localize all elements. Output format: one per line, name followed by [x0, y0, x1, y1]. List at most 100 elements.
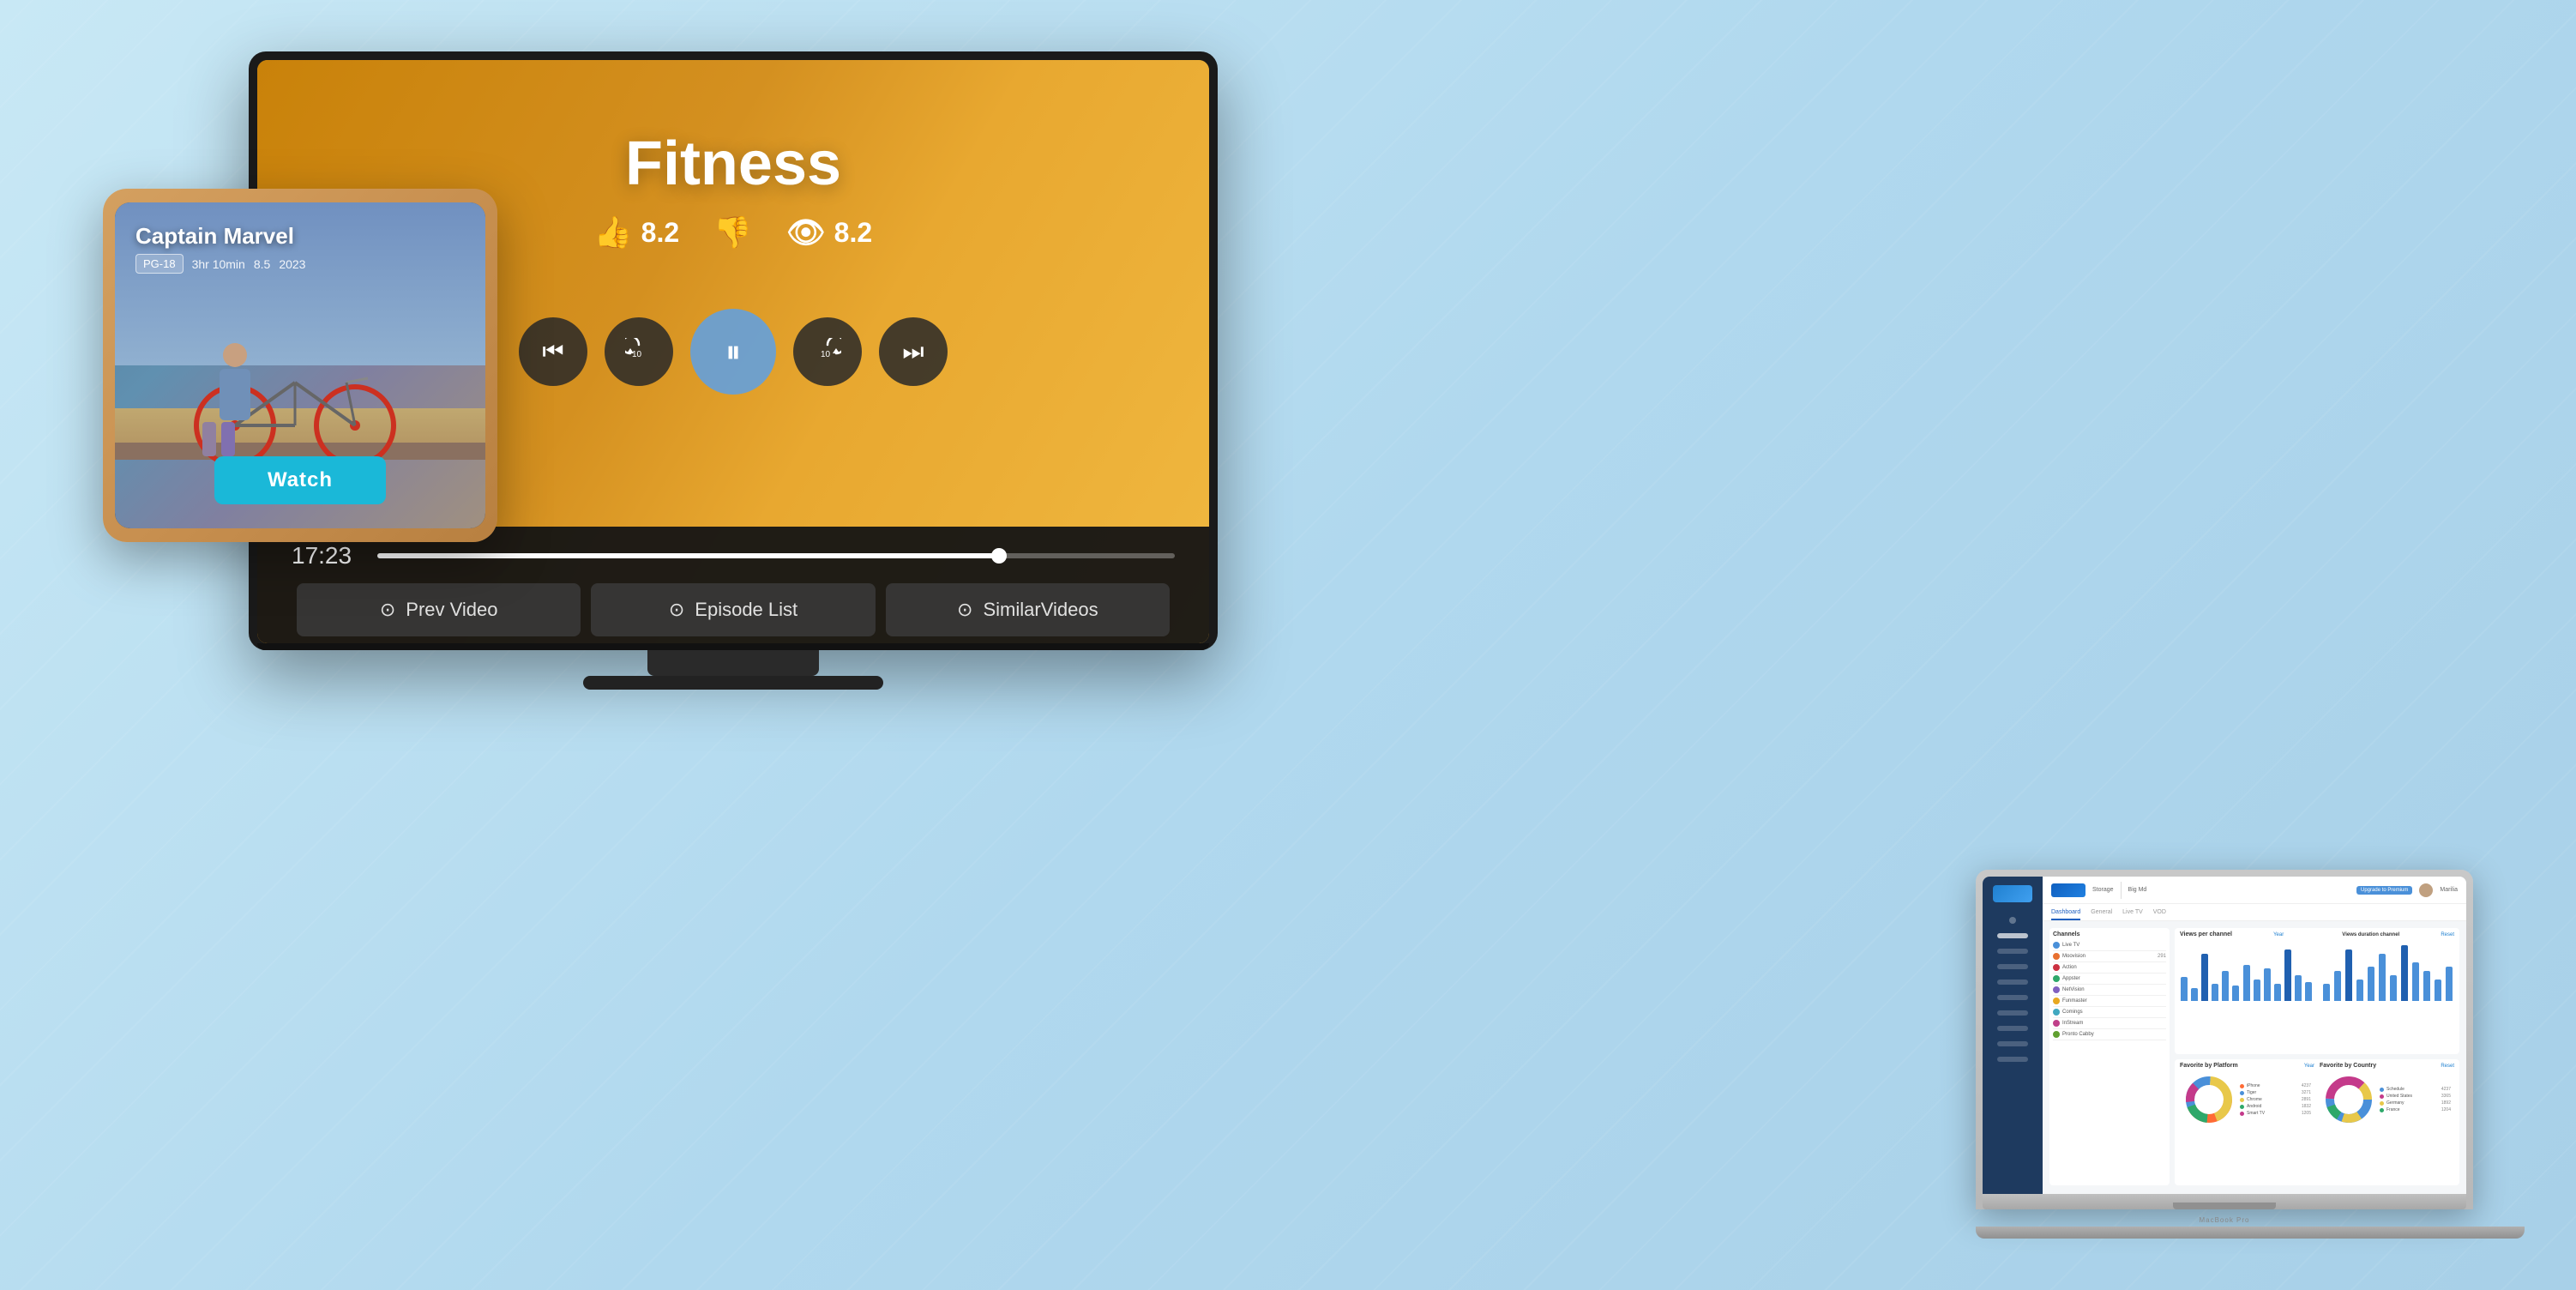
channel-icon-8 — [2053, 1020, 2060, 1027]
bar-fill-8 — [2254, 980, 2260, 1001]
channel-action[interactable]: Action — [2053, 962, 2166, 974]
tv-base — [583, 676, 883, 690]
views-duration-title-inline: Views duration channel — [2342, 932, 2399, 937]
tablet-person-silhouette — [201, 343, 269, 455]
legend-num-country-3: 1892 — [2441, 1100, 2451, 1106]
laptop-screen-frame: Storage Big Md Upgrade to Premium Marili… — [1976, 870, 2473, 1209]
legend-country-4: France 1204 — [2380, 1107, 2451, 1112]
prev-chapter-button[interactable]: ⏮ — [519, 317, 587, 386]
similar-videos-button[interactable]: ⊙ SimilarVideos — [886, 583, 1170, 636]
tablet-frame: Captain Marvel PG-18 3hr 10min 8.5 2023 … — [103, 189, 497, 542]
bar-fill-3 — [2201, 954, 2208, 1001]
bar-3 — [2200, 954, 2209, 1001]
channel-pronto[interactable]: Pronto Cabby — [2053, 1029, 2166, 1040]
bar-fill-2 — [2191, 988, 2198, 1001]
bar-11 — [2284, 949, 2292, 1001]
sidebar-nav-item-1[interactable] — [2009, 917, 2016, 924]
dur-fill-8 — [2401, 945, 2408, 1001]
sidebar-nav-item-4[interactable] — [1997, 964, 2028, 969]
dur-fill-6 — [2379, 954, 2386, 1001]
sidebar-nav-item-3[interactable] — [1997, 949, 2028, 954]
legend-smarttv: Smart TV 1205 — [2240, 1111, 2311, 1116]
legend-label-us: United States — [2386, 1094, 2439, 1099]
tv-like-score: 8.2 — [641, 217, 679, 249]
pause-button[interactable]: ⏸ — [690, 309, 776, 395]
views-duration-link[interactable]: Reset — [2441, 932, 2454, 937]
tablet-rating-badge: PG-18 — [135, 254, 184, 274]
channel-appster[interactable]: Appster — [2053, 974, 2166, 985]
views-per-channel-header: Views per channel Year Views duration ch… — [2180, 931, 2454, 937]
views-per-channel-link[interactable]: Year — [2273, 932, 2284, 937]
sidebar-nav-item-9[interactable] — [1997, 1041, 2028, 1046]
sidebar-nav-item-5[interactable] — [1997, 980, 2028, 985]
forward-10-button[interactable]: 10 — [793, 317, 862, 386]
tab-vod[interactable]: VOD — [2153, 909, 2166, 920]
sidebar-nav-item-2[interactable] — [1997, 933, 2028, 938]
channel-moovision[interactable]: Moovision 291 — [2053, 951, 2166, 962]
dashboard-header: Storage Big Md Upgrade to Premium Marili… — [2043, 877, 2466, 904]
tab-general[interactable]: General — [2091, 909, 2112, 920]
dur-fill-1 — [2323, 984, 2330, 1001]
sidebar-nav-item-8[interactable] — [1997, 1026, 2028, 1031]
tab-dashboard[interactable]: Dashboard — [2051, 909, 2080, 920]
rewind-10-button[interactable]: 10 — [605, 317, 673, 386]
channel-live-tv[interactable]: Live TV — [2053, 940, 2166, 951]
tablet-device: Captain Marvel PG-18 3hr 10min 8.5 2023 … — [103, 189, 497, 542]
channel-name-3: Action — [2062, 965, 2166, 970]
legend-label-smarttv: Smart TV — [2247, 1111, 2299, 1116]
channel-comings[interactable]: Comings — [2053, 1007, 2166, 1018]
sidebar-nav-item-7[interactable] — [1997, 1010, 2028, 1016]
legend-label-android: Android — [2247, 1104, 2299, 1109]
bar-fill-6 — [2232, 986, 2239, 1001]
similar-videos-label: SimilarVideos — [983, 599, 1098, 621]
channel-funmaster[interactable]: Funmaster — [2053, 996, 2166, 1007]
legend-num-schedule: 4237 — [2441, 1087, 2451, 1092]
channel-instream[interactable]: InStream — [2053, 1018, 2166, 1029]
dur-fill-12 — [2446, 967, 2453, 1001]
dur-bar-4 — [2355, 980, 2364, 1001]
dur-bar-9 — [2411, 962, 2421, 1001]
bar-8 — [2253, 980, 2261, 1001]
thumbs-up-icon: 👍 — [594, 214, 633, 250]
channel-netvision[interactable]: NetVision — [2053, 985, 2166, 996]
upgrade-button[interactable]: Upgrade to Premium — [2356, 886, 2412, 895]
legend-label-country-4: France — [2386, 1107, 2439, 1112]
tab-live-tv[interactable]: Live TV — [2122, 909, 2143, 920]
bar-1 — [2180, 977, 2188, 1001]
tablet-watch-button[interactable]: Watch — [214, 456, 386, 504]
legend-tiger: Tiger 3271 — [2240, 1090, 2311, 1095]
favorite-platform-title: Favorite by Platform — [2180, 1063, 2238, 1069]
similar-videos-icon: ⊙ — [957, 599, 972, 621]
legend-label-country-3: Germany — [2386, 1100, 2439, 1106]
bar-5 — [2221, 971, 2230, 1001]
legend-dot-chrome — [2240, 1098, 2244, 1102]
legend-dot-country-3 — [2380, 1101, 2384, 1106]
country-donut-legend: Schedule 4237 United States 3365 — [2380, 1087, 2451, 1112]
dur-bar-12 — [2445, 967, 2454, 1001]
tv-progress-fill — [377, 553, 999, 558]
legend-schedule: Schedule 4237 — [2380, 1087, 2451, 1092]
tv-progress-bar[interactable] — [377, 553, 1175, 558]
tv-dislike-rating: 👎 — [713, 214, 752, 250]
platform-donut-svg — [2183, 1074, 2235, 1125]
favorite-country-panel: Favorite by Country Reset — [2320, 1063, 2454, 1182]
episode-list-button[interactable]: ⊙ Episode List — [591, 583, 875, 636]
bar-fill-10 — [2274, 984, 2281, 1001]
sidebar-nav-item-10[interactable] — [1997, 1057, 2028, 1062]
next-chapter-button[interactable]: ⏭ — [879, 317, 948, 386]
bar-fill-13 — [2305, 982, 2312, 1001]
prev-video-button[interactable]: ⊙ Prev Video — [297, 583, 581, 636]
dur-fill-5 — [2368, 967, 2374, 1001]
tablet-year: 2023 — [279, 257, 305, 271]
sidebar-nav-item-6[interactable] — [1997, 995, 2028, 1000]
favorite-platform-link[interactable]: Year — [2304, 1064, 2314, 1069]
tv-progress-row: 17:23 — [292, 542, 1175, 570]
channel-name-4: Appster — [2062, 976, 2166, 981]
svg-text:10: 10 — [632, 350, 642, 359]
tablet-movie-title: Captain Marvel — [135, 223, 294, 250]
tv-bottom-bar: 17:23 ⊙ Prev Video ⊙ Episod — [257, 527, 1209, 643]
favorite-country-link[interactable]: Reset — [2441, 1064, 2454, 1069]
bar-6 — [2231, 986, 2240, 1001]
dashboard-app: Storage Big Md Upgrade to Premium Marili… — [1983, 877, 2466, 1194]
bar-fill-7 — [2243, 965, 2250, 1001]
